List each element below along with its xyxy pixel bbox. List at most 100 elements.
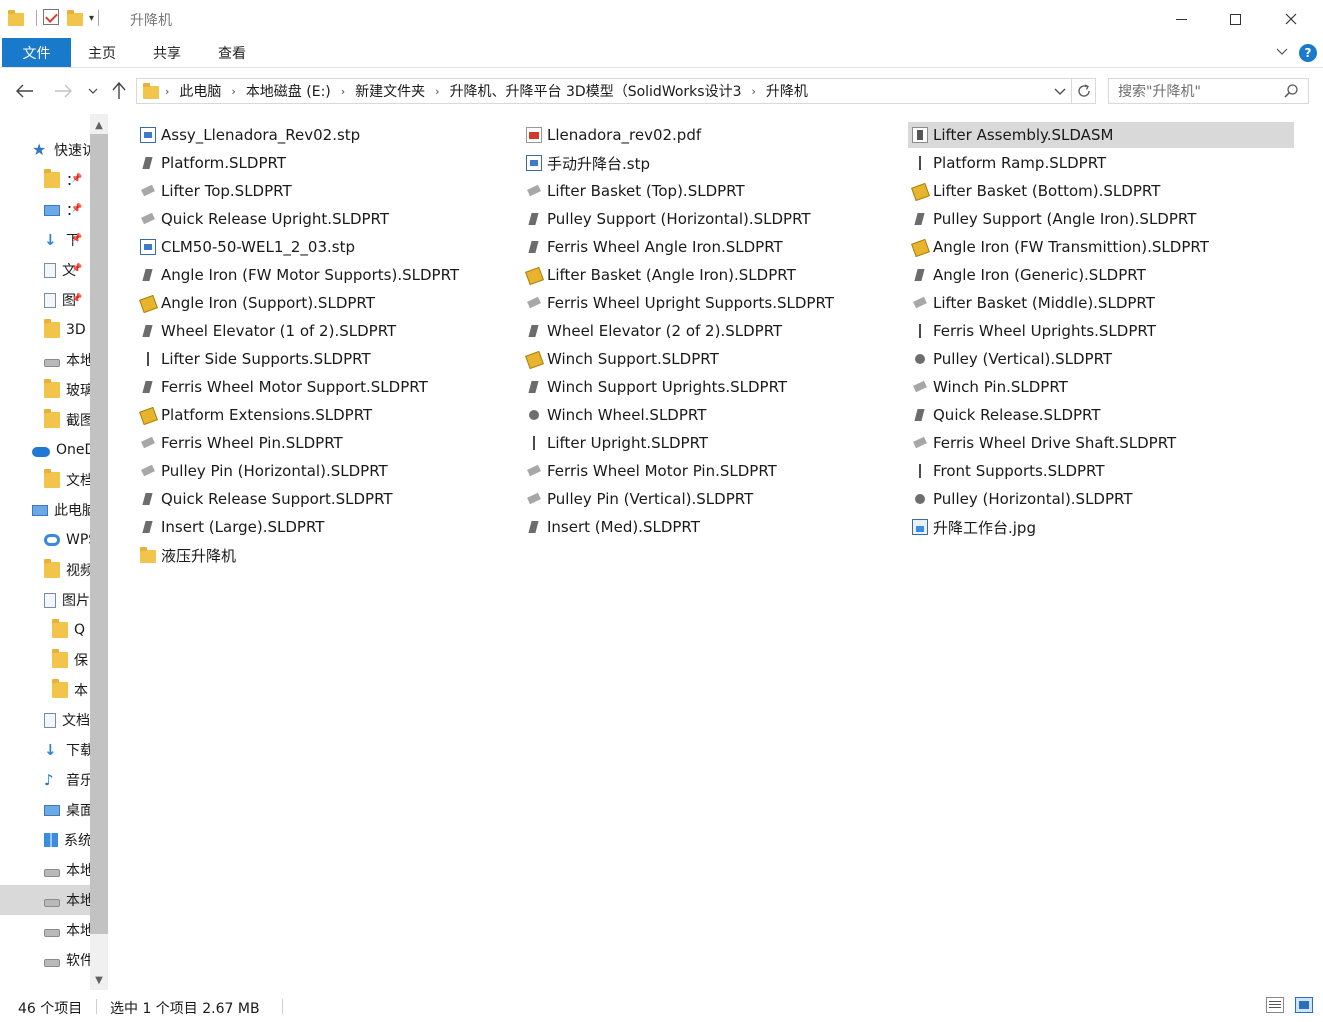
file-item[interactable]: 升降工作台.jpg	[908, 514, 1036, 540]
sidebar-item[interactable]: ： 📌	[0, 165, 90, 195]
large-icons-view-icon[interactable]	[1295, 997, 1313, 1013]
sidebar-item[interactable]: 文档	[0, 705, 90, 735]
sidebar-item[interactable]: 本	[0, 675, 90, 705]
sidebar-item[interactable]: 本地	[0, 915, 90, 945]
properties-check-icon[interactable]	[43, 9, 61, 27]
file-item[interactable]: Lifter Top.SLDPRT	[136, 178, 292, 204]
file-item[interactable]: Lifter Basket (Angle Iron).SLDPRT	[522, 262, 796, 288]
search-box[interactable]: 搜索"升降机"	[1108, 78, 1309, 104]
recent-locations-button[interactable]	[86, 80, 100, 102]
file-item[interactable]: Quick Release.SLDPRT	[908, 402, 1101, 428]
breadcrumb-lifter[interactable]: 升降机	[762, 81, 812, 101]
maximize-button[interactable]	[1208, 0, 1262, 38]
file-item[interactable]: Lifter Assembly.SLDASM	[908, 122, 1294, 148]
sidebar-item[interactable]: WPS	[0, 525, 90, 555]
sidebar-item[interactable]: 此电脑	[0, 495, 90, 525]
forward-button[interactable]	[52, 80, 74, 102]
sidebar-item[interactable]: ↓ 下 📌	[0, 225, 90, 255]
file-item[interactable]: Lifter Basket (Bottom).SLDPRT	[908, 178, 1160, 204]
breadcrumb-lifter-models[interactable]: 升降机、升降平台 3D模型（SolidWorks设计3	[446, 81, 746, 101]
minimize-button[interactable]	[1154, 0, 1208, 38]
chevron-right-icon[interactable]: ›	[335, 85, 351, 98]
address-bar[interactable]: › 此电脑 › 本地磁盘 (E:) › 新建文件夹 › 升降机、升降平台 3D模…	[136, 78, 1096, 104]
chevron-right-icon[interactable]: ›	[159, 85, 175, 98]
file-item[interactable]: CLM50-50-WEL1_2_03.stp	[136, 234, 355, 260]
scroll-up-icon[interactable]: ▲	[90, 116, 108, 134]
file-item[interactable]: Wheel Elevator (2 of 2).SLDPRT	[522, 318, 782, 344]
sidebar-item[interactable]: 文 📌	[0, 255, 90, 285]
close-button[interactable]	[1264, 0, 1318, 38]
sidebar-item[interactable]: OneDrive	[0, 435, 90, 465]
expand-ribbon-chevron-icon[interactable]	[1276, 45, 1288, 57]
sidebar-item[interactable]: 玻璃	[0, 375, 90, 405]
file-item[interactable]: Wheel Elevator (1 of 2).SLDPRT	[136, 318, 396, 344]
file-item[interactable]: Lifter Basket (Top).SLDPRT	[522, 178, 745, 204]
file-item[interactable]: Winch Support.SLDPRT	[522, 346, 719, 372]
tab-share[interactable]: 共享	[153, 38, 181, 67]
file-item[interactable]: 手动升降台.stp	[522, 150, 650, 176]
sidebar-item[interactable]: 本地	[0, 345, 90, 375]
scroll-down-icon[interactable]: ▼	[90, 971, 108, 989]
file-item[interactable]: Ferris Wheel Motor Support.SLDPRT	[136, 374, 428, 400]
file-item[interactable]: Ferris Wheel Motor Pin.SLDPRT	[522, 458, 777, 484]
help-icon[interactable]: ?	[1299, 44, 1317, 62]
file-item[interactable]: Insert (Med).SLDPRT	[522, 514, 700, 540]
file-item[interactable]: 液压升降机	[136, 542, 236, 568]
file-item[interactable]: Assy_Llenadora_Rev02.stp	[136, 122, 360, 148]
chevron-right-icon[interactable]: ›	[225, 85, 241, 98]
sidebar-item[interactable]: ♪ 音乐	[0, 765, 90, 795]
tab-home[interactable]: 主页	[88, 38, 116, 67]
file-item[interactable]: Winch Wheel.SLDPRT	[522, 402, 706, 428]
file-item[interactable]: Platform Ramp.SLDPRT	[908, 150, 1106, 176]
sidebar-item[interactable]: ： 📌	[0, 195, 90, 225]
file-item[interactable]: Ferris Wheel Angle Iron.SLDPRT	[522, 234, 783, 260]
sidebar-item[interactable]: 本地	[0, 855, 90, 885]
file-item[interactable]: Lifter Upright.SLDPRT	[522, 430, 708, 456]
sidebar-item[interactable]: ★ 快速访问	[0, 135, 90, 165]
breadcrumb-new-folder[interactable]: 新建文件夹	[351, 81, 429, 101]
sidebar-item[interactable]: 系统	[0, 825, 90, 855]
file-item[interactable]: Quick Release Support.SLDPRT	[136, 486, 393, 512]
sidebar-item[interactable]: 文档	[0, 465, 90, 495]
file-item[interactable]: Ferris Wheel Pin.SLDPRT	[136, 430, 343, 456]
file-item[interactable]: Pulley Pin (Horizontal).SLDPRT	[136, 458, 388, 484]
file-item[interactable]: Insert (Large).SLDPRT	[136, 514, 324, 540]
search-input[interactable]: 搜索"升降机"	[1118, 81, 1201, 101]
refresh-button[interactable]	[1071, 79, 1095, 103]
file-item[interactable]: Quick Release Upright.SLDPRT	[136, 206, 389, 232]
chevron-right-icon[interactable]: ›	[745, 85, 761, 98]
sidebar-item[interactable]: 软件	[0, 945, 90, 975]
file-item[interactable]: Pulley (Horizontal).SLDPRT	[908, 486, 1133, 512]
search-icon[interactable]	[1284, 84, 1298, 98]
sidebar-item[interactable]: ↓ 下载	[0, 735, 90, 765]
file-item[interactable]: Ferris Wheel Drive Shaft.SLDPRT	[908, 430, 1176, 456]
details-view-icon[interactable]	[1266, 997, 1284, 1013]
file-item[interactable]: Angle Iron (Generic).SLDPRT	[908, 262, 1146, 288]
file-item[interactable]: Angle Iron (Support).SLDPRT	[136, 290, 375, 316]
up-button[interactable]	[108, 80, 130, 102]
file-item[interactable]: Winch Pin.SLDPRT	[908, 374, 1068, 400]
sidebar-item[interactable]: 截图	[0, 405, 90, 435]
file-item[interactable]: Ferris Wheel Uprights.SLDPRT	[908, 318, 1156, 344]
sidebar-scroll-thumb[interactable]	[90, 134, 108, 934]
sidebar-item[interactable]: 图片	[0, 585, 90, 615]
sidebar-item[interactable]: 桌面	[0, 795, 90, 825]
folder-icon[interactable]	[8, 9, 26, 27]
file-item[interactable]: Winch Support Uprights.SLDPRT	[522, 374, 787, 400]
file-item[interactable]: Angle Iron (FW Transmittion).SLDPRT	[908, 234, 1209, 260]
back-button[interactable]	[14, 80, 36, 102]
sidebar-item[interactable]: 图 📌	[0, 285, 90, 315]
file-item[interactable]: Pulley (Vertical).SLDPRT	[908, 346, 1112, 372]
sidebar-item[interactable]: 视频	[0, 555, 90, 585]
tab-file[interactable]: 文件	[2, 38, 71, 67]
breadcrumb-this-pc[interactable]: 此电脑	[175, 81, 225, 101]
file-item[interactable]: Llenadora_rev02.pdf	[522, 122, 701, 148]
sidebar-item[interactable]: 3D	[0, 315, 90, 345]
file-item[interactable]: Angle Iron (FW Motor Supports).SLDPRT	[136, 262, 459, 288]
sidebar-item[interactable]: 保	[0, 645, 90, 675]
file-item[interactable]: Front Supports.SLDPRT	[908, 458, 1105, 484]
address-history-chevron-icon[interactable]	[1053, 84, 1067, 98]
sidebar-item[interactable]: Q	[0, 615, 90, 645]
tab-view[interactable]: 查看	[218, 38, 246, 67]
file-item[interactable]: Pulley Pin (Vertical).SLDPRT	[522, 486, 753, 512]
